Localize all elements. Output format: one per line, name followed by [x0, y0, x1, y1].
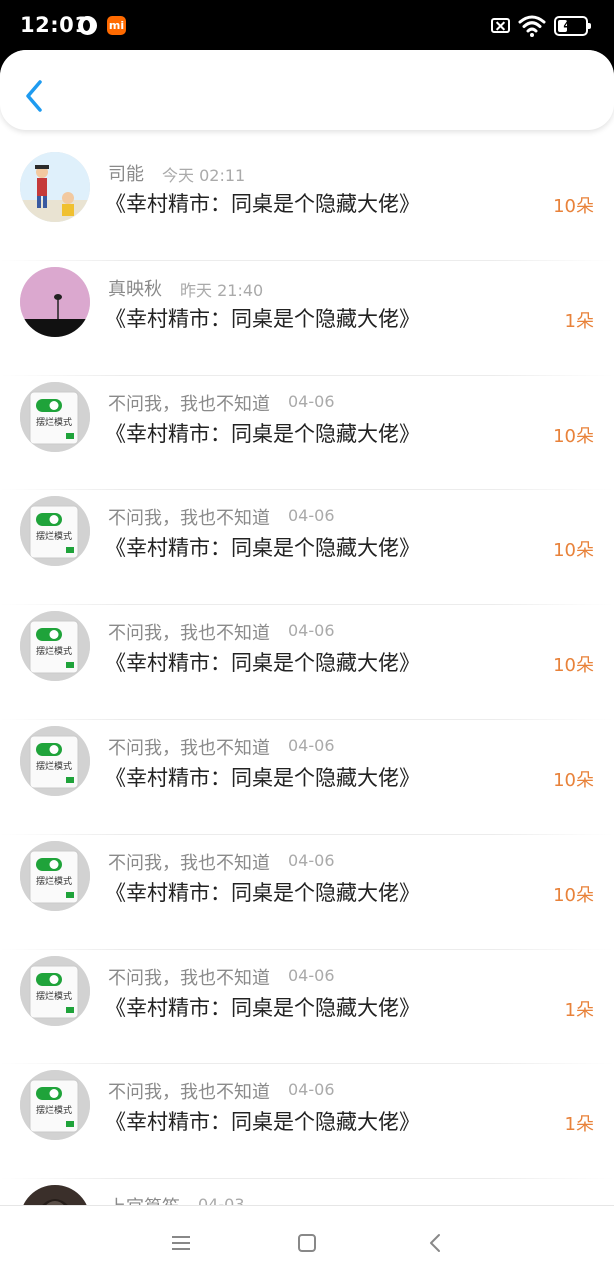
chevron-left-icon [26, 80, 42, 112]
svg-text:摆烂模式: 摆烂模式 [36, 760, 72, 771]
user-name[interactable]: 真映秋 [108, 275, 162, 301]
svg-text:摆烂模式: 摆烂模式 [36, 990, 72, 1001]
wifi-icon [518, 15, 546, 37]
user-name[interactable]: 不问我，我也不知道 [108, 390, 270, 416]
book-title: 《幸村精市：同桌是个隐藏大佬》 [105, 421, 420, 446]
system-nav-bar [0, 1205, 614, 1280]
home-square-icon[interactable] [296, 1232, 318, 1254]
svg-text:摆烂模式: 摆烂模式 [36, 645, 72, 656]
user-name[interactable]: 司能 [108, 160, 144, 186]
svg-text:摆烂模式: 摆烂模式 [36, 530, 72, 541]
avatar[interactable]: 摆烂模式 [20, 611, 90, 682]
book-title: 《幸村精市：同桌是个隐藏大佬》 [105, 192, 420, 216]
reward-list: 司能 今天 02:11 《幸村精市：同桌是个隐藏大佬》 10朵 真映秋 昨天 21:40 《… [0, 146, 614, 1206]
timestamp: 今天 02:11 [162, 166, 246, 185]
timestamp: 04-06 [288, 621, 335, 641]
user-name[interactable]: 不问我，我也不知道 [108, 619, 270, 645]
avatar[interactable]: 摆烂模式 [20, 1070, 90, 1141]
list-item[interactable]: 摆烂模式 不问我，我也不知道 04-06 《幸村精市：同桌是个隐藏大佬》 10朵 [0, 835, 614, 950]
list-item[interactable]: 摆烂模式 不问我，我也不知道 04-06 《幸村精市：同桌是个隐藏大佬》 10朵 [0, 490, 614, 605]
status-bar: 12:01 mi 42 [0, 0, 614, 54]
header-bar [0, 50, 614, 130]
user-name[interactable]: 不问我，我也不知道 [108, 849, 270, 875]
svg-text:摆烂模式: 摆烂模式 [36, 416, 72, 427]
avatar[interactable]: 摆烂模式 [20, 496, 90, 567]
app-window: 司能 今天 02:11 《幸村精市：同桌是个隐藏大佬》 10朵 真映秋 昨天 21:40 《… [0, 50, 614, 1280]
reward-amount: 10朵 [553, 425, 594, 447]
reward-amount: 1朵 [564, 999, 594, 1021]
list-item[interactable]: 摆烂模式 不问我，我也不知道 04-06 《幸村精市：同桌是个隐藏大佬》 1朵 [0, 1064, 614, 1179]
back-button[interactable] [18, 76, 52, 116]
list-item[interactable]: 真映秋 昨天 21:40 《幸村精市：同桌是个隐藏大佬》 1朵 [0, 261, 614, 376]
user-name[interactable]: 不问我，我也不知道 [108, 1078, 270, 1104]
book-title: 《幸村精市：同桌是个隐藏大佬》 [105, 536, 420, 561]
avatar[interactable]: 摆烂模式 [20, 840, 90, 911]
reward-amount: 10朵 [553, 655, 594, 677]
list-item[interactable]: 司能 今天 02:11 《幸村精市：同桌是个隐藏大佬》 10朵 [0, 146, 614, 261]
reward-amount: 1朵 [564, 1114, 594, 1136]
user-name[interactable]: 不问我，我也不知道 [108, 504, 270, 530]
timestamp: 昨天 21:40 [180, 280, 264, 300]
book-title: 《幸村精市：同桌是个隐藏大佬》 [105, 765, 420, 790]
avatar[interactable] [20, 152, 90, 222]
timestamp: 04-06 [288, 506, 335, 526]
reward-amount: 10朵 [553, 884, 594, 906]
timestamp: 04-06 [288, 850, 335, 870]
list-item[interactable]: 摆烂模式 不问我，我也不知道 04-06 《幸村精市：同桌是个隐藏大佬》 10朵 [0, 720, 614, 835]
list-item[interactable]: 摆烂模式 不问我，我也不知道 04-06 《幸村精市：同桌是个隐藏大佬》 10朵 [0, 605, 614, 720]
no-sim-icon [491, 18, 510, 33]
list-item[interactable]: 摆烂模式 不问我，我也不知道 04-06 《幸村精市：同桌是个隐藏大佬》 1朵 [0, 950, 614, 1065]
mi-app-icon: mi [107, 16, 126, 35]
avatar[interactable]: 摆烂模式 [20, 955, 90, 1026]
timestamp: 04-06 [288, 965, 335, 985]
reward-amount: 10朵 [553, 196, 594, 217]
globe-icon [78, 16, 97, 35]
timestamp: 04-06 [288, 391, 335, 411]
avatar[interactable] [20, 1185, 90, 1206]
battery-level: 42 [563, 19, 579, 32]
user-name[interactable]: 不问我，我也不知道 [108, 734, 270, 760]
user-name[interactable]: 不问我，我也不知道 [108, 964, 270, 990]
avatar[interactable] [20, 266, 90, 337]
list-item[interactable]: 摆烂模式 不问我，我也不知道 04-06 《幸村精市：同桌是个隐藏大佬》 10朵 [0, 376, 614, 491]
book-title: 《幸村精市：同桌是个隐藏大佬》 [105, 995, 420, 1020]
svg-text:摆烂模式: 摆烂模式 [36, 875, 72, 886]
battery-icon: 42 [554, 16, 591, 36]
list-item[interactable]: 上官篁笙04-03 [0, 1179, 614, 1206]
book-title: 《幸村精市：同桌是个隐藏大佬》 [105, 306, 420, 331]
avatar[interactable]: 摆烂模式 [20, 725, 90, 796]
reward-amount: 10朵 [553, 540, 594, 562]
reward-amount: 1朵 [564, 310, 594, 332]
book-title: 《幸村精市：同桌是个隐藏大佬》 [105, 1110, 420, 1135]
timestamp: 04-06 [288, 1080, 335, 1100]
svg-text:摆烂模式: 摆烂模式 [36, 1104, 72, 1115]
reward-amount: 10朵 [553, 769, 594, 791]
timestamp: 04-06 [288, 735, 335, 755]
menu-icon[interactable] [170, 1232, 192, 1254]
back-icon[interactable] [425, 1232, 447, 1254]
book-title: 《幸村精市：同桌是个隐藏大佬》 [105, 880, 420, 905]
book-title: 《幸村精市：同桌是个隐藏大佬》 [105, 651, 420, 676]
avatar[interactable]: 摆烂模式 [20, 381, 90, 452]
